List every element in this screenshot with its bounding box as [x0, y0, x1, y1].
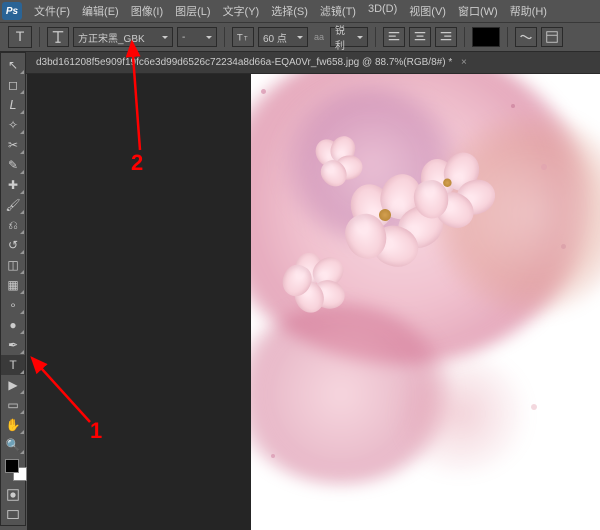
brush-tool[interactable]: 🖌	[1, 195, 25, 215]
menu-item[interactable]: 滤镜(T)	[314, 0, 362, 22]
artwork-image	[251, 74, 600, 530]
screen-mode-icon	[6, 508, 20, 522]
menu-item[interactable]: 选择(S)	[265, 0, 314, 22]
document-tab[interactable]: d3bd161208f5e909f19fc6e3d99d6526c72234a8…	[28, 54, 475, 71]
font-size-icon: TT	[236, 30, 250, 44]
menu-item[interactable]: 帮助(H)	[504, 0, 553, 22]
move-tool[interactable]: ↖	[1, 55, 25, 75]
panel-icon	[545, 30, 559, 44]
font-family-dropdown[interactable]: 方正宋黑_GBK	[73, 27, 173, 47]
document-canvas[interactable]	[251, 74, 600, 530]
history-brush-tool[interactable]: ↺	[1, 235, 25, 255]
antialias-dropdown[interactable]: 锐利	[330, 27, 368, 47]
clone-stamp-tool[interactable]: ⎌	[1, 215, 25, 235]
ps-logo: Ps	[2, 2, 22, 20]
menu-item[interactable]: 图层(L)	[169, 0, 216, 22]
align-center-button[interactable]	[409, 27, 431, 47]
annotation-label-1: 1	[90, 418, 102, 444]
text-orientation-button[interactable]	[47, 27, 69, 47]
menu-item[interactable]: 文件(F)	[28, 0, 76, 22]
align-right-button[interactable]	[435, 27, 457, 47]
healing-brush-tool[interactable]: ✚	[1, 175, 25, 195]
eyedropper-tool[interactable]: ✎	[1, 155, 25, 175]
foreground-background-swatch[interactable]	[5, 459, 27, 481]
eraser-tool[interactable]: ◫	[1, 255, 25, 275]
marquee-tool[interactable]: ◻	[1, 75, 25, 95]
document-tab-bar: d3bd161208f5e909f19fc6e3d99d6526c72234a8…	[0, 52, 600, 74]
current-tool-indicator[interactable]: T	[8, 26, 32, 48]
options-bar: T 方正宋黑_GBK - TT 60 点 aa 锐利	[0, 22, 600, 52]
warp-text-button[interactable]	[515, 27, 537, 47]
screen-mode-button[interactable]	[1, 505, 25, 525]
svg-text:T: T	[244, 36, 248, 43]
blur-tool[interactable]: ∘	[1, 295, 25, 315]
menu-item[interactable]: 视图(V)	[403, 0, 452, 22]
menu-item[interactable]: 图像(I)	[125, 0, 169, 22]
align-left-button[interactable]	[383, 27, 405, 47]
menu-item[interactable]: 编辑(E)	[76, 0, 125, 22]
tab-close-button[interactable]: ×	[461, 57, 467, 68]
magic-wand-tool[interactable]: ✧	[1, 115, 25, 135]
font-size-icon-button[interactable]: TT	[232, 27, 254, 47]
dodge-tool[interactable]: ●	[1, 315, 25, 335]
rectangle-tool[interactable]: ▭	[1, 395, 25, 415]
font-style-dropdown[interactable]: -	[177, 27, 217, 47]
menu-item[interactable]: 3D(D)	[362, 0, 403, 22]
hand-tool[interactable]: ✋	[1, 415, 25, 435]
svg-text:T: T	[237, 33, 243, 44]
text-direction-icon	[51, 30, 65, 44]
lasso-tool[interactable]: 𝘓	[1, 95, 25, 115]
menu-item[interactable]: 文字(Y)	[217, 0, 266, 22]
color-swatches	[1, 455, 25, 485]
foreground-color-swatch[interactable]	[5, 459, 19, 473]
pen-tool[interactable]: ✒	[1, 335, 25, 355]
quick-mask-button[interactable]	[1, 485, 25, 505]
crop-tool[interactable]: ✂	[1, 135, 25, 155]
font-size-dropdown[interactable]: 60 点	[258, 27, 308, 47]
zoom-tool[interactable]: 🔍	[1, 435, 25, 455]
align-left-icon	[387, 30, 401, 44]
character-panel-button[interactable]	[541, 27, 563, 47]
align-right-icon	[439, 30, 453, 44]
tools-panel: ↖◻𝘓✧✂✎✚🖌⎌↺◫▦∘●✒T▶▭✋🔍	[0, 52, 26, 526]
gradient-tool[interactable]: ▦	[1, 275, 25, 295]
menu-item[interactable]: 窗口(W)	[452, 0, 504, 22]
menubar: Ps 文件(F)编辑(E)图像(I)图层(L)文字(Y)选择(S)滤镜(T)3D…	[0, 0, 600, 22]
canvas-area[interactable]	[27, 74, 600, 530]
warp-icon	[519, 30, 533, 44]
path-selection-tool[interactable]: ▶	[1, 375, 25, 395]
document-tab-title: d3bd161208f5e909f19fc6e3d99d6526c72234a8…	[36, 57, 452, 68]
text-color-swatch[interactable]	[472, 27, 500, 47]
type-tool[interactable]: T	[1, 355, 25, 375]
align-center-icon	[413, 30, 427, 44]
antialias-label: aa	[314, 32, 324, 42]
annotation-label-2: 2	[131, 150, 143, 176]
quick-mask-icon	[6, 488, 20, 502]
